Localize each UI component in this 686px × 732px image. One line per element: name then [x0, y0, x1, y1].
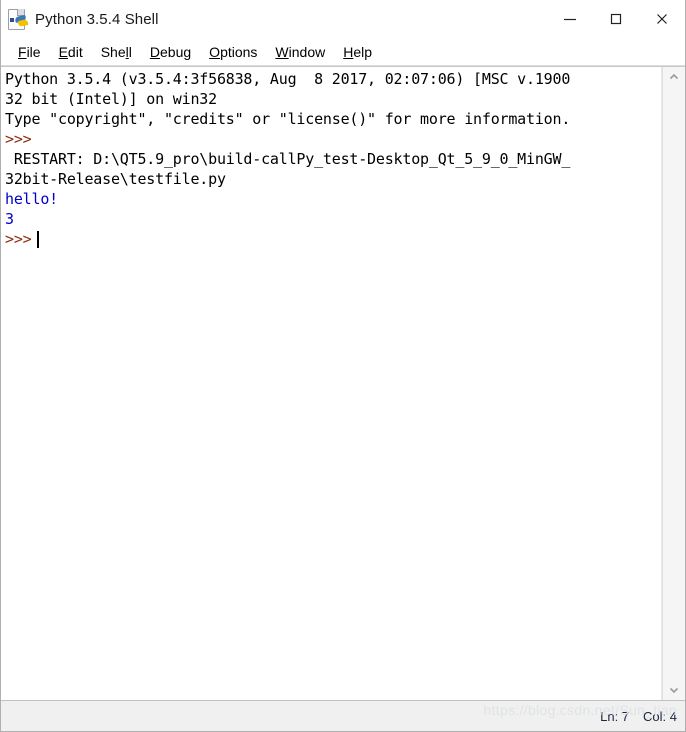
menu-item-edit[interactable]: Edit	[50, 42, 92, 62]
shell-body: Python 3.5.4 (v3.5.4:3f56838, Aug 8 2017…	[1, 66, 685, 700]
shell-text-area[interactable]: Python 3.5.4 (v3.5.4:3f56838, Aug 8 2017…	[1, 67, 662, 700]
menu-item-options[interactable]: Options	[200, 42, 266, 62]
title-bar: Python 3.5.4 Shell	[1, 0, 685, 39]
maximize-icon	[610, 13, 622, 25]
window-title: Python 3.5.4 Shell	[35, 10, 159, 28]
scroll-up-arrow[interactable]	[663, 67, 685, 87]
menu-bar: File Edit Shell Debug Options Window Hel…	[1, 39, 685, 66]
menu-item-file[interactable]: File	[9, 42, 50, 62]
window-controls	[547, 0, 685, 38]
shell-output-line: 3	[5, 210, 14, 228]
status-bar: https://blog.csdn.net/Sun_tian Ln: 7 Col…	[1, 700, 685, 731]
menu-item-window[interactable]: Window	[266, 42, 334, 62]
scrollbar-track[interactable]	[663, 87, 685, 680]
minimize-button[interactable]	[547, 0, 593, 38]
maximize-button[interactable]	[593, 0, 639, 38]
vertical-scrollbar[interactable]	[662, 67, 685, 700]
idle-shell-window: Python 3.5.4 Shell File Edit Shell Debug…	[0, 0, 686, 732]
shell-line: Python 3.5.4 (v3.5.4:3f56838, Aug 8 2017…	[5, 70, 571, 88]
python-idle-icon	[7, 8, 29, 30]
menu-item-help[interactable]: Help	[334, 42, 381, 62]
shell-line: 32 bit (Intel)] on win32	[5, 90, 217, 108]
close-button[interactable]	[639, 0, 685, 38]
status-line-indicator: Ln: 7	[600, 708, 630, 724]
shell-prompt-line: >>>	[5, 130, 32, 148]
chevron-down-icon	[669, 687, 679, 694]
menu-item-shell[interactable]: Shell	[92, 42, 141, 62]
scroll-down-arrow[interactable]	[663, 680, 685, 700]
shell-restart-line: RESTART: D:\QT5.9_pro\build-callPy_test-…	[5, 150, 571, 168]
text-cursor	[36, 230, 39, 248]
shell-active-prompt-line: >>>	[5, 229, 661, 249]
shell-output-line: hello!	[5, 190, 58, 208]
menu-item-debug[interactable]: Debug	[141, 42, 200, 62]
shell-line: Type "copyright", "credits" or "license(…	[5, 110, 571, 128]
minimize-icon	[564, 18, 576, 21]
shell-prompt: >>>	[5, 230, 32, 248]
close-icon	[657, 14, 667, 24]
status-column-indicator: Col: 4	[643, 708, 677, 724]
chevron-up-icon	[669, 73, 679, 80]
shell-line: 32bit-Release\testfile.py	[5, 170, 226, 188]
